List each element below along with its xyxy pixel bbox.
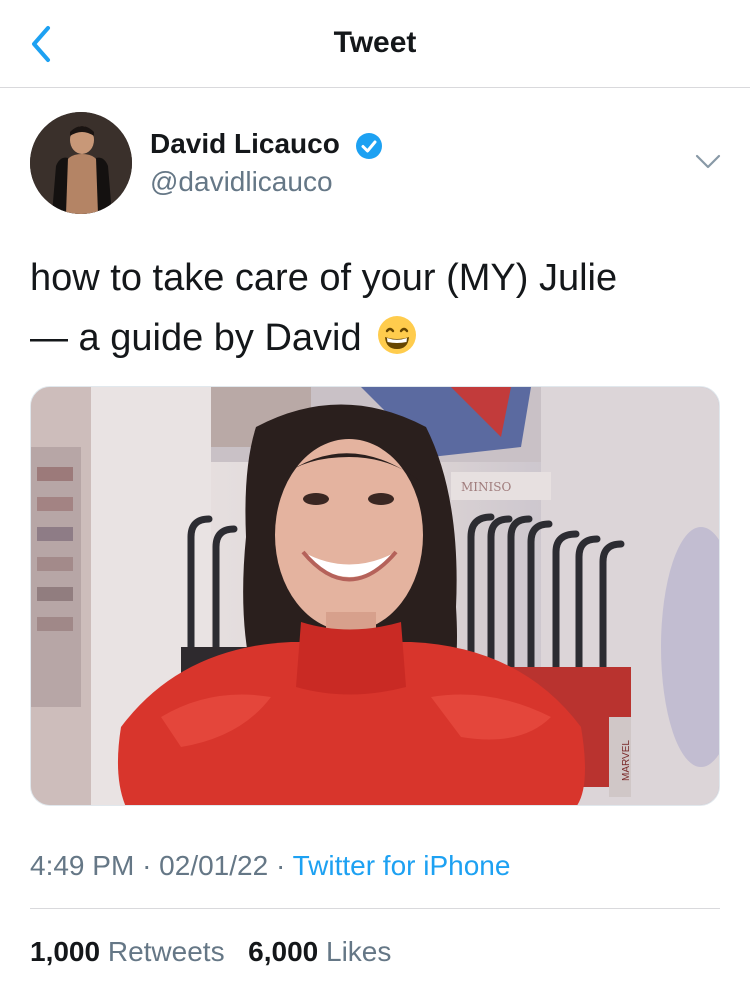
- tweet-text-segment: — a guide by David: [30, 317, 362, 359]
- retweets-count: 1,000: [30, 936, 101, 967]
- author-handle[interactable]: @davidlicauco: [150, 166, 333, 198]
- chevron-down-icon: [695, 154, 721, 169]
- retweets-label: Retweets: [107, 936, 225, 967]
- marvel-tag: MARVEL: [621, 740, 632, 781]
- meta-separator: ·: [142, 850, 160, 881]
- retweets-stat[interactable]: 1,000 Retweets: [30, 936, 232, 967]
- tweet-text-line: — a guide by David: [30, 308, 720, 368]
- page-title: Tweet: [333, 26, 417, 59]
- tweet-text: how to take care of your (MY) Julie — a …: [30, 248, 720, 368]
- tweet-meta: 4:49 PM · 02/01/22 · Twitter for iPhone: [30, 850, 510, 882]
- tweet-source-link[interactable]: Twitter for iPhone: [293, 850, 511, 881]
- avatar-photo: [30, 112, 132, 214]
- tweet-text-line: how to take care of your (MY) Julie: [30, 257, 618, 299]
- grinning-face-emoji-icon: [378, 316, 417, 354]
- meta-separator: ·: [275, 850, 293, 881]
- tweet-time: 4:49 PM: [30, 850, 135, 881]
- likes-label: Likes: [326, 936, 392, 967]
- likes-count: 6,000: [248, 936, 319, 967]
- avatar[interactable]: [30, 112, 132, 214]
- verified-badge-icon: [356, 133, 382, 159]
- author-name[interactable]: David Licauco: [150, 128, 340, 160]
- nav-bar: Tweet: [0, 0, 750, 88]
- likes-stat[interactable]: 6,000 Likes: [248, 936, 391, 967]
- miniso-sign: MINISO: [461, 480, 511, 494]
- photo-image: MINISO MARVEL: [31, 387, 719, 805]
- divider: [30, 908, 720, 909]
- more-options-button[interactable]: [694, 150, 722, 172]
- tweet-photo[interactable]: MINISO MARVEL: [30, 386, 720, 806]
- tweet-date: 02/01/22: [159, 850, 269, 881]
- tweet-stats: 1,000 Retweets 6,000 Likes: [30, 936, 391, 968]
